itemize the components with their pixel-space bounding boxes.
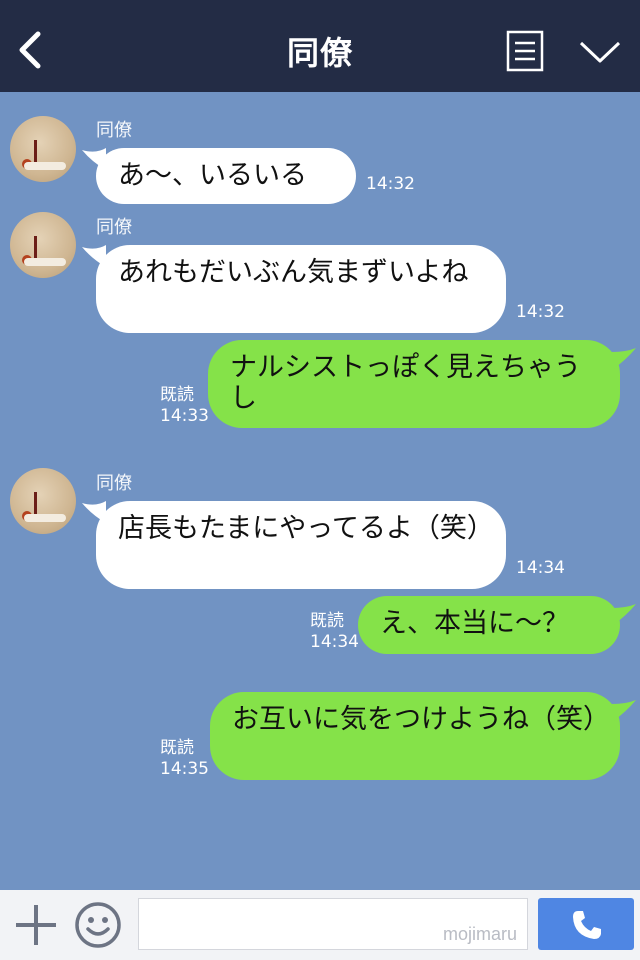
call-button[interactable]	[538, 898, 634, 950]
message-time: 14:34	[516, 558, 565, 578]
watermark: mojimaru	[442, 924, 517, 944]
message-input[interactable]: mojimaru	[138, 898, 528, 950]
avatar[interactable]	[10, 468, 76, 534]
chevron-down-icon[interactable]	[578, 38, 622, 66]
message-time: 14:32	[366, 174, 415, 194]
message-bubble[interactable]: 店長もたまにやってるよ（笑）	[96, 501, 506, 589]
notes-icon[interactable]	[506, 30, 544, 72]
read-receipt: 既読 14:33	[160, 385, 209, 427]
read-receipt: 既読 14:34	[310, 611, 359, 653]
message-bubble[interactable]: ナルシストっぽく見えちゃうし	[208, 340, 620, 428]
message-bubble[interactable]: あれもだいぶん気まずいよね	[96, 245, 506, 333]
plus-icon[interactable]	[14, 903, 58, 947]
message-time: 14:35	[160, 759, 209, 779]
avatar[interactable]	[10, 212, 76, 278]
chat-area[interactable]: 同僚 あ〜、いるいる 14:32 同僚 あれもだいぶん気まずいよね 14:32 …	[0, 92, 640, 890]
bubble-tail	[612, 700, 636, 722]
chat-header: 同僚	[0, 0, 640, 92]
message-time: 14:33	[160, 406, 209, 426]
read-label: 既読	[160, 738, 194, 758]
read-receipt: 既読 14:35	[160, 738, 209, 780]
message-time: 14:34	[310, 632, 359, 652]
avatar[interactable]	[10, 116, 76, 182]
sender-name: 同僚	[96, 120, 132, 141]
bubble-tail	[612, 348, 636, 370]
read-label: 既読	[160, 385, 194, 405]
read-label: 既読	[310, 611, 344, 631]
bubble-tail	[612, 604, 636, 626]
sender-name: 同僚	[96, 217, 132, 238]
chat-title: 同僚	[286, 34, 353, 72]
phone-icon	[573, 911, 601, 939]
message-time: 14:32	[516, 302, 565, 322]
message-bubble[interactable]: お互いに気をつけようね（笑）	[210, 692, 620, 780]
message-bubble[interactable]: あ〜、いるいる	[96, 148, 356, 204]
sender-name: 同僚	[96, 473, 132, 494]
message-bubble[interactable]: え、本当に〜？	[358, 596, 620, 654]
smile-icon[interactable]	[74, 901, 122, 949]
